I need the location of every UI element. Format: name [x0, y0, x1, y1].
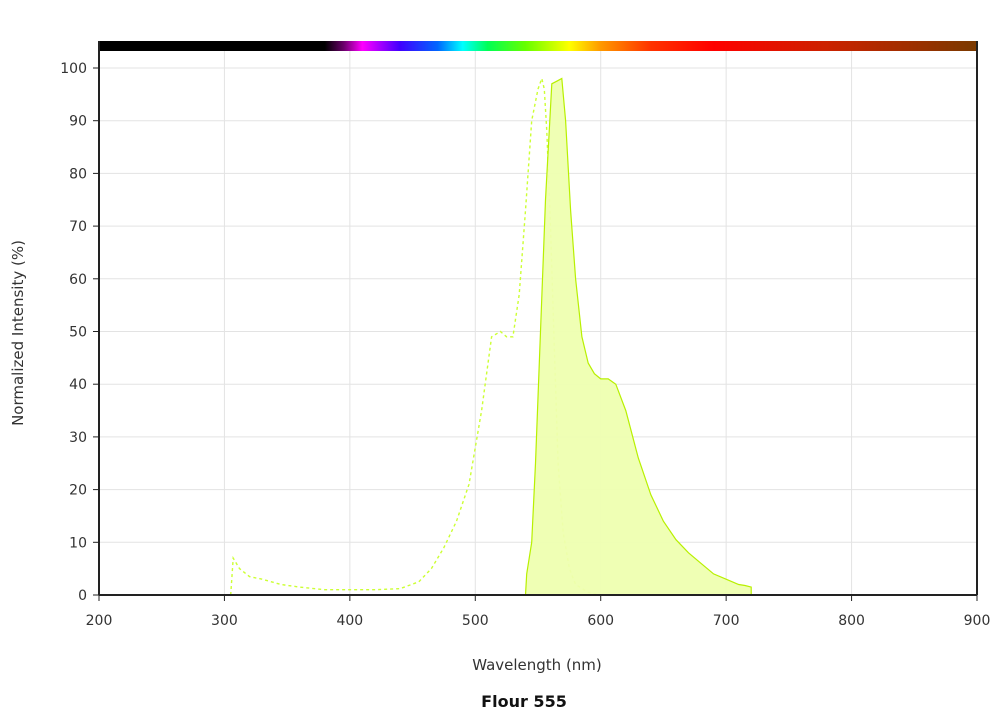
- y-tick-label: 20: [69, 483, 87, 499]
- y-tick-label: 30: [69, 430, 87, 446]
- emission-area: [524, 77, 752, 596]
- y-tick-label: 60: [69, 272, 87, 288]
- x-tick-label: 400: [336, 613, 363, 629]
- x-tick-label: 500: [462, 613, 489, 629]
- x-tick-label: 200: [86, 613, 113, 629]
- x-tick-label: 300: [211, 613, 238, 629]
- spectrum-gradient: [99, 41, 977, 51]
- x-tick-label: 900: [964, 613, 991, 629]
- y-tick-label: 70: [69, 219, 87, 235]
- spectrum-chart: 200 300 400 500 600 700 800 900 0 10 20 30 40 50 60 70 8…: [9, 41, 990, 711]
- y-tick-label: 50: [69, 325, 87, 341]
- x-tick-label: 800: [838, 613, 865, 629]
- y-tick-label: 10: [69, 535, 87, 551]
- y-tick-label: 100: [60, 61, 87, 77]
- x-tick-label: 600: [587, 613, 614, 629]
- y-tick-label: 0: [78, 588, 87, 604]
- chart-title: Flour 555: [481, 692, 567, 711]
- x-tick-label: 700: [713, 613, 740, 629]
- plot-area: [230, 76, 752, 596]
- y-axis-label: Normalized Intensity (%): [9, 240, 27, 426]
- x-axis-label: Wavelength (nm): [472, 656, 602, 674]
- tick-labels: 200 300 400 500 600 700 800 900 0 10 20 30 40 50 60 70 8…: [60, 61, 990, 629]
- y-tick-label: 80: [69, 166, 87, 182]
- y-tick-label: 40: [69, 377, 87, 393]
- spectrum-color-bar: [99, 41, 977, 51]
- y-tick-label: 90: [69, 114, 87, 130]
